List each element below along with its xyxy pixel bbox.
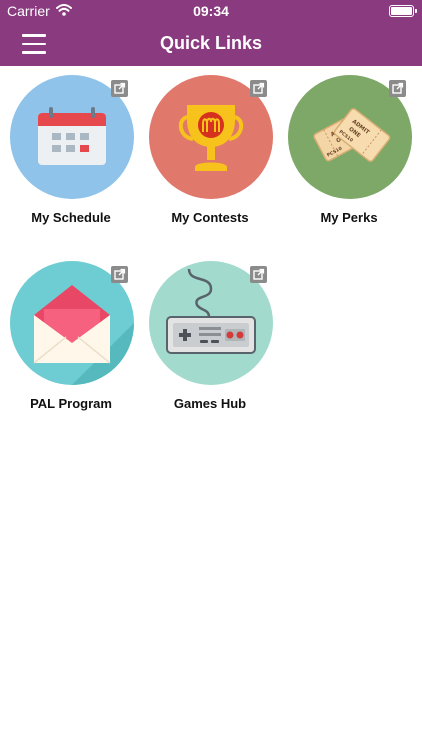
external-link-icon[interactable] [111,80,128,97]
link-label: My Contests [171,210,249,225]
status-bar: Carrier 09:34 [0,0,422,22]
link-label: My Schedule [31,210,111,225]
external-link-icon[interactable] [111,266,128,283]
link-tile-my-schedule[interactable]: My Schedule [1,66,141,236]
link-label: My Perks [320,210,378,225]
battery-icon [389,5,417,17]
external-link-icon[interactable] [250,80,267,97]
link-tile-my-perks[interactable]: ADMIT ONE PCS10 ADMIT ONE PCS10 My Perks [279,66,419,236]
status-time: 09:34 [193,3,229,19]
page-title: Quick Links [159,33,263,53]
link-label: PAL Program [30,396,112,411]
link-tile-games-hub[interactable]: Games Hub [140,252,280,422]
external-link-icon[interactable] [250,266,267,283]
link-tile-pal-program[interactable]: PAL Program [1,252,141,422]
link-label: Games Hub [173,396,247,411]
external-link-icon[interactable] [389,80,406,97]
nav-bar: Quick Links [0,22,422,66]
link-tile-my-contests[interactable]: My Contests [140,66,280,236]
